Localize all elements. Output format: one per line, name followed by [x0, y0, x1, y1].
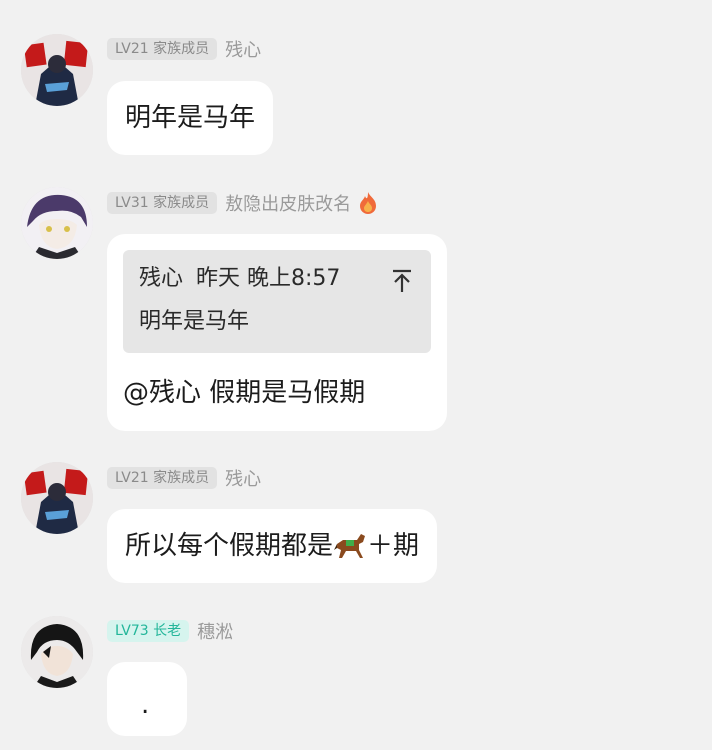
quote-author: 残心 — [139, 266, 184, 291]
flame-icon — [360, 192, 377, 214]
user-avatar[interactable] — [21, 34, 93, 106]
message-text-suffix: ＋期 — [367, 531, 420, 561]
quote-text: 明年是马年 — [139, 309, 250, 334]
quote-time: 昨天 晚上8:57 — [196, 266, 341, 291]
user-avatar[interactable] — [21, 462, 93, 534]
username[interactable]: 残心 — [225, 36, 261, 62]
level-badge: LV73 长老 — [107, 620, 190, 642]
username[interactable]: 敖隐出皮肤改名 — [225, 190, 351, 216]
level-badge: LV31 家族成员 — [107, 192, 218, 214]
user-avatar[interactable] — [21, 616, 93, 688]
horse-icon — [334, 534, 366, 558]
quote-header: 残心 昨天 晚上8:57 — [139, 264, 340, 294]
user-avatar[interactable] — [21, 187, 93, 259]
message-text: 所以每个假期都是 — [125, 531, 334, 561]
message-text: 明年是马年 — [125, 103, 256, 133]
message-header: LV21 家族成员 残心 — [107, 466, 261, 490]
message-text: @残心 假期是马假期 — [123, 378, 366, 408]
level-badge: LV21 家族成员 — [107, 467, 218, 489]
username[interactable]: 残心 — [225, 465, 261, 491]
jump-to-message-icon[interactable] — [391, 268, 413, 294]
message-header: LV21 家族成员 残心 — [107, 37, 261, 61]
message-header: LV31 家族成员 敖隐出皮肤改名 — [107, 191, 379, 215]
message-bubble[interactable]: 明年是马年 — [107, 81, 274, 155]
level-badge: LV21 家族成员 — [107, 38, 218, 60]
message-bubble[interactable]: 残心 昨天 晚上8:57 明年是马年 @残心 假期是马假期 — [107, 234, 447, 431]
username[interactable]: 穗淞 — [197, 618, 233, 644]
message-header: LV73 长老 穗淞 — [107, 619, 233, 643]
message-bubble[interactable]: 所以每个假期都是 ＋期 — [107, 509, 438, 583]
quoted-message[interactable]: 残心 昨天 晚上8:57 明年是马年 — [123, 250, 431, 353]
message-text: . — [141, 690, 150, 720]
message-bubble[interactable]: . — [107, 662, 187, 736]
